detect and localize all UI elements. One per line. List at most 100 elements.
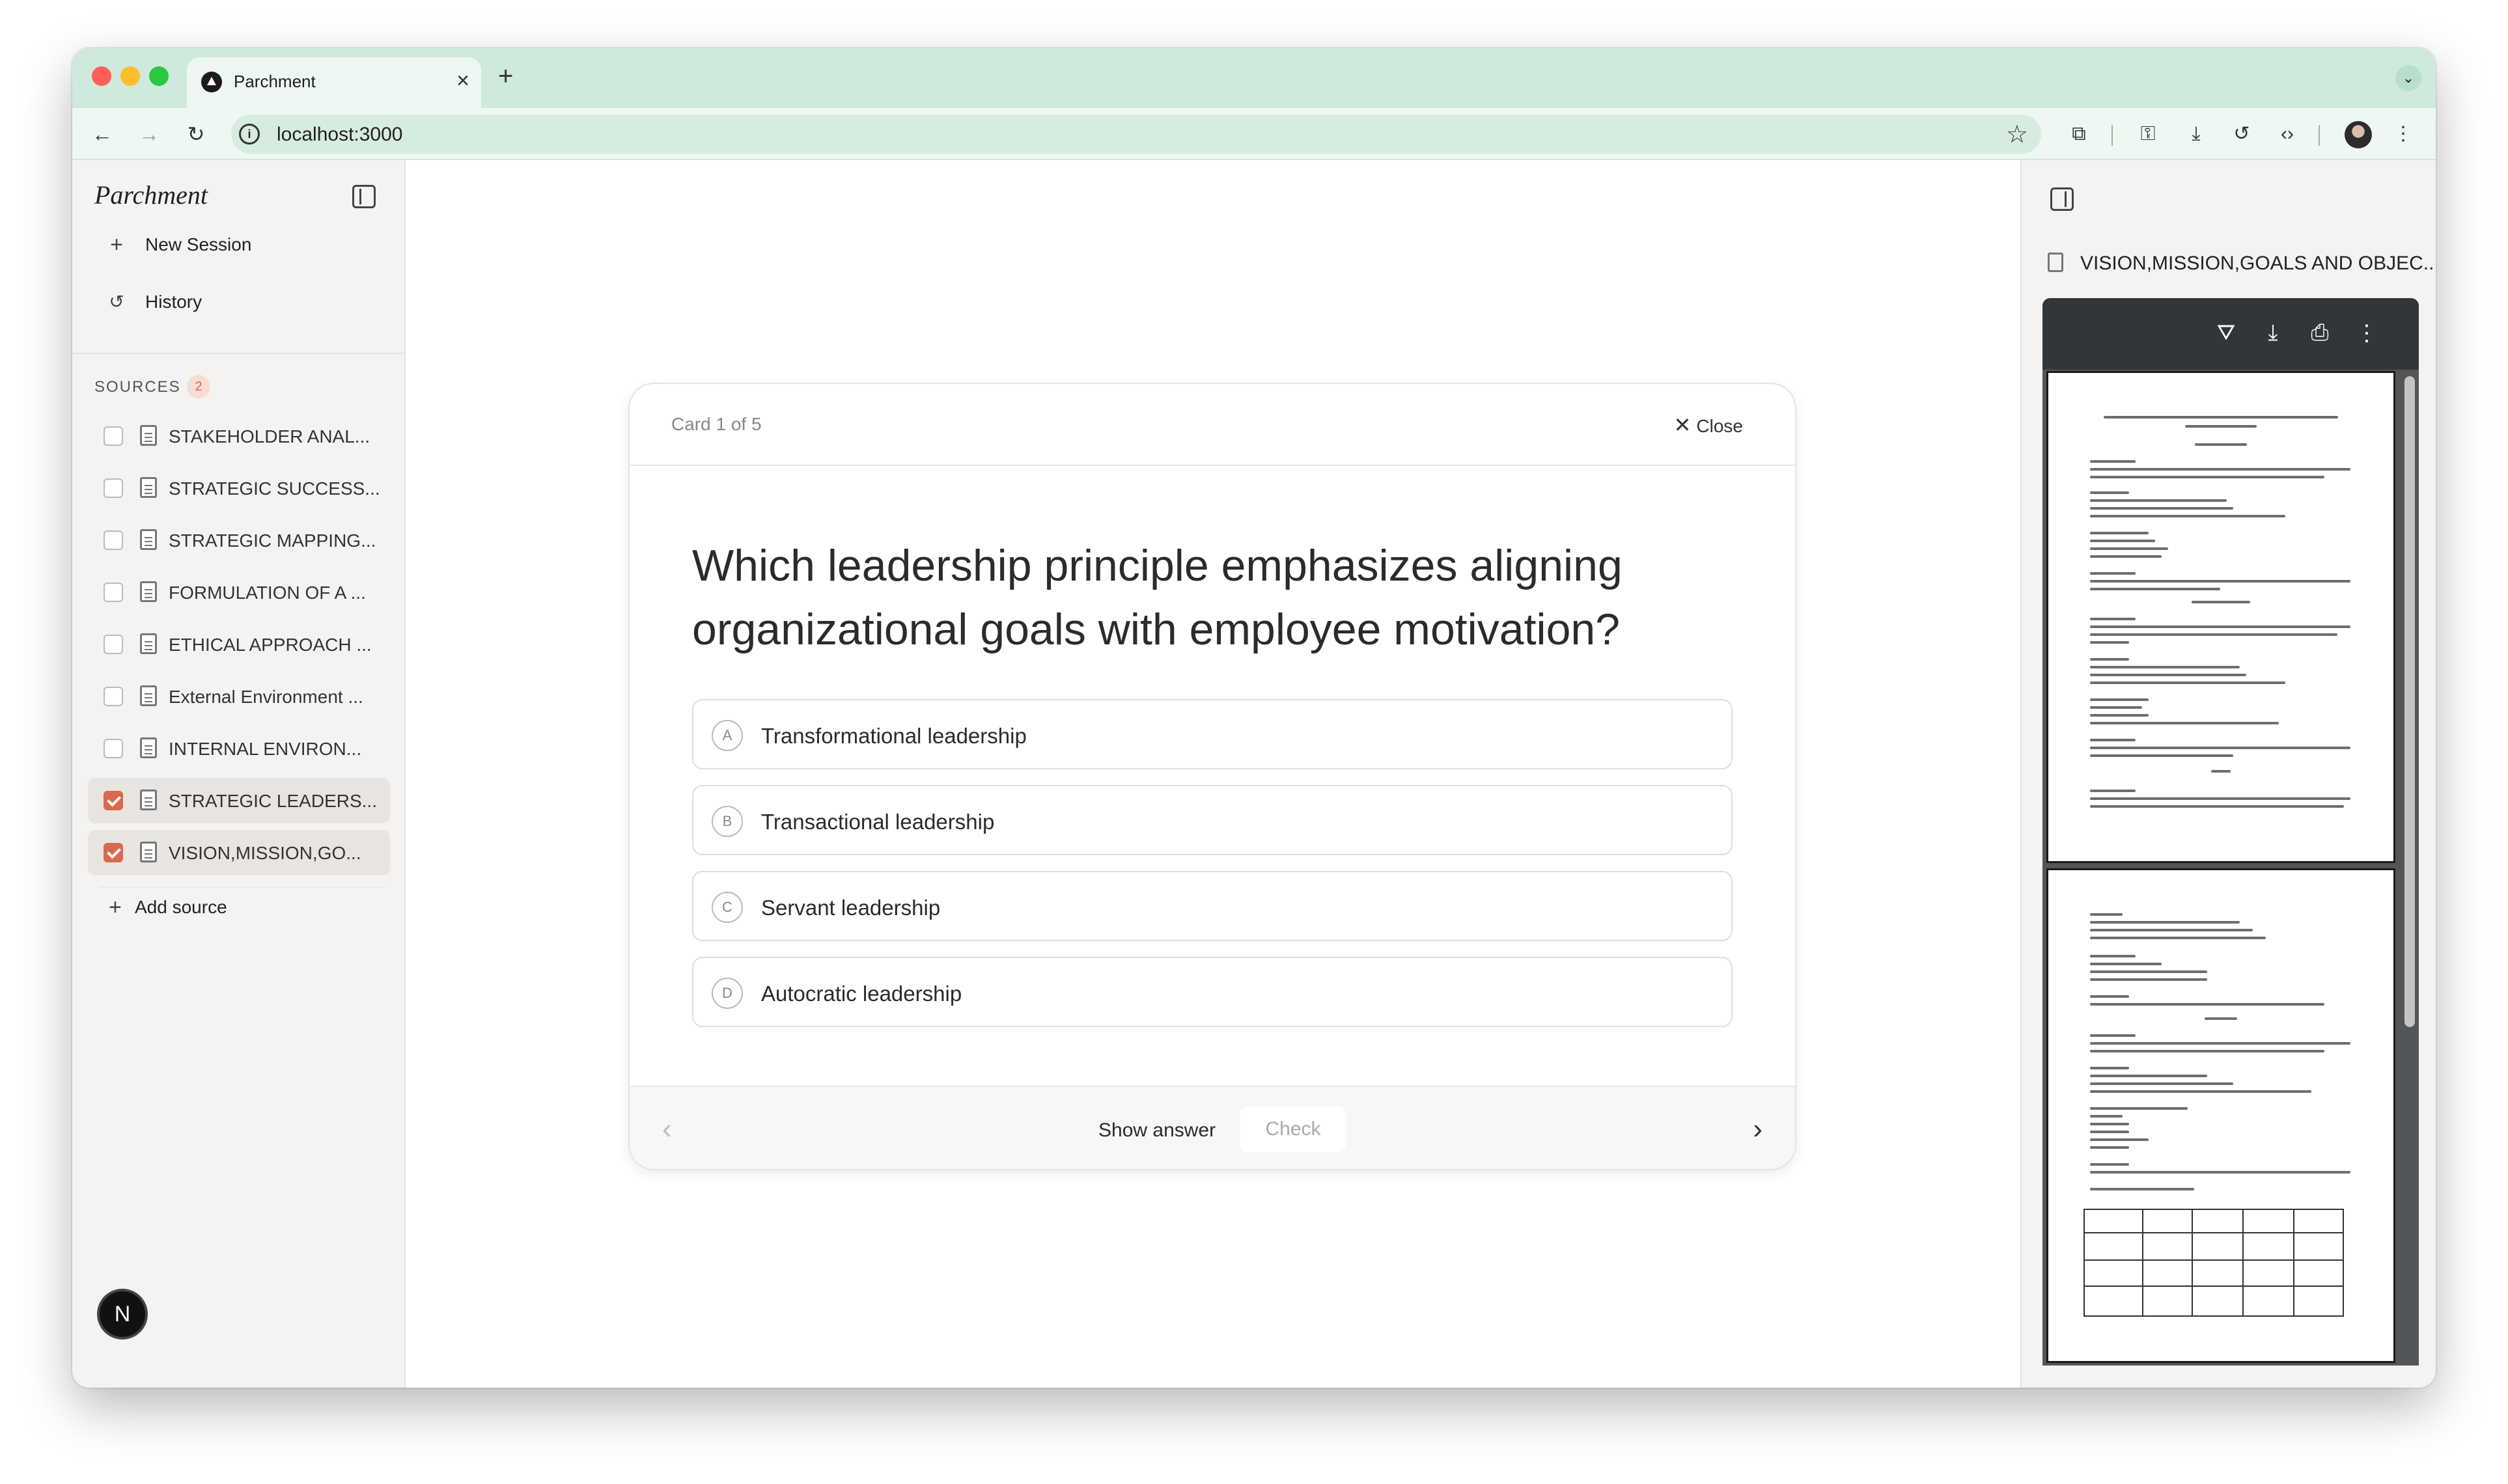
document-title-row: VISION,MISSION,GOALS AND OBJEC... — [2048, 251, 2436, 277]
user-avatar[interactable]: N — [97, 1289, 148, 1340]
minimize-window-button[interactable] — [120, 66, 140, 86]
bookmark-star-icon[interactable]: ☆ — [2006, 120, 2028, 149]
page-text-line — [2090, 618, 2136, 620]
table-rule — [2085, 1259, 2343, 1261]
download-icon[interactable]: ⤓ — [2182, 120, 2210, 148]
source-title: FORMULATION OF A ... — [169, 583, 366, 603]
source-checkbox[interactable] — [104, 426, 123, 446]
answer-option-b[interactable]: B Transactional leadership — [692, 785, 1733, 855]
document-icon — [2048, 253, 2063, 272]
source-checkbox-checked[interactable] — [104, 791, 123, 810]
history-icon[interactable]: ↺ — [2227, 120, 2256, 148]
document-icon — [140, 529, 157, 550]
source-checkbox[interactable] — [104, 583, 123, 602]
previous-card-chevron-icon[interactable]: ‹ — [662, 1113, 672, 1146]
pdf-print-icon[interactable]: ⎙ — [2307, 320, 2333, 346]
option-text: Transformational leadership — [761, 724, 1027, 748]
site-info-icon[interactable]: i — [239, 124, 260, 144]
page-text-line — [2090, 1034, 2136, 1037]
toggle-panel-icon[interactable] — [2050, 187, 2074, 211]
back-icon[interactable]: ← — [88, 120, 117, 148]
source-item[interactable]: ETHICAL APPROACH ... — [88, 622, 390, 667]
source-checkbox-checked[interactable] — [104, 843, 123, 862]
pdf-viewer[interactable]: ⛛ ⤓ ⎙ ⋮ — [2042, 298, 2419, 1366]
document-title: VISION,MISSION,GOALS AND OBJEC... — [2080, 253, 2436, 274]
page-text-line — [2090, 698, 2149, 701]
source-item[interactable]: INTERNAL ENVIRON... — [88, 726, 390, 771]
source-checkbox[interactable] — [104, 687, 123, 706]
show-answer-button[interactable]: Show answer — [1098, 1120, 1216, 1142]
main-area: Card 1 of 5 ✕ Close Which leadership prin… — [407, 160, 2020, 1388]
tab-title: Parchment — [234, 72, 316, 91]
table-rule — [2242, 1210, 2244, 1315]
check-button[interactable]: Check — [1240, 1106, 1346, 1152]
source-item[interactable]: FORMULATION OF A ... — [88, 570, 390, 615]
answer-option-a[interactable]: A Transformational leadership — [692, 699, 1733, 769]
source-checkbox[interactable] — [104, 739, 123, 758]
page-text-line — [2090, 476, 2324, 478]
new-tab-button[interactable]: + — [498, 60, 513, 92]
browser-tab[interactable]: Parchment × — [187, 57, 481, 108]
source-title: External Environment ... — [169, 687, 363, 707]
option-text: Autocratic leadership — [761, 982, 962, 1006]
page-text-line — [2090, 1075, 2207, 1077]
next-card-chevron-icon[interactable]: › — [1753, 1113, 1763, 1146]
flashcard: Card 1 of 5 ✕ Close Which leadership prin… — [628, 383, 1796, 1170]
history-button[interactable]: ↺ History — [98, 282, 385, 322]
maximize-window-button[interactable] — [149, 66, 169, 86]
extensions-icon[interactable]: ⧉ — [2065, 120, 2093, 148]
flashcard-header: Card 1 of 5 ✕ Close — [630, 384, 1795, 466]
page-text-line — [2090, 572, 2136, 575]
source-item-selected[interactable]: VISION,MISSION,GO... — [88, 830, 390, 875]
source-checkbox[interactable] — [104, 530, 123, 550]
source-checkbox[interactable] — [104, 478, 123, 498]
source-item[interactable]: STRATEGIC SUCCESS... — [88, 465, 390, 511]
pdf-toolbar: ⛛ ⤓ ⎙ ⋮ — [2042, 298, 2419, 370]
document-icon — [140, 737, 157, 758]
page-text-line — [2090, 547, 2168, 550]
source-item-selected[interactable]: STRATEGIC LEADERS... — [88, 778, 390, 823]
browser-menu-icon[interactable]: ⋮ — [2389, 120, 2417, 148]
source-item[interactable]: STRATEGIC MAPPING... — [88, 517, 390, 563]
page-text-line — [2090, 805, 2344, 808]
toolbar-divider — [2319, 125, 2320, 146]
document-icon — [140, 425, 157, 446]
reload-icon[interactable]: ↻ — [182, 120, 210, 148]
page-text-line — [2090, 714, 2149, 717]
app-content: Parchment + New Session ↺ History SOURCE… — [72, 160, 2436, 1388]
page-text-line — [2090, 460, 2136, 463]
drive-add-icon[interactable]: ⛛ — [2213, 320, 2239, 346]
answer-option-d[interactable]: D Autocratic leadership — [692, 957, 1733, 1027]
address-bar[interactable]: i localhost:3000 ☆ — [231, 115, 2041, 154]
forward-icon[interactable]: → — [135, 120, 163, 148]
source-item[interactable]: STAKEHOLDER ANAL... — [88, 413, 390, 459]
page-text-line — [2090, 633, 2337, 636]
page-text-line — [2090, 491, 2129, 494]
page-text-line — [2185, 425, 2257, 428]
profile-avatar[interactable] — [2345, 121, 2372, 148]
passwords-key-icon[interactable]: ⚿ — [2134, 120, 2162, 148]
answer-option-c[interactable]: C Servant leadership — [692, 871, 1733, 941]
page-text-line — [2090, 1146, 2129, 1149]
devtools-code-icon[interactable]: ‹› — [2273, 120, 2302, 148]
close-button[interactable]: ✕ Close — [1674, 413, 1743, 437]
page-text-line — [2090, 641, 2129, 644]
url-text[interactable]: localhost:3000 — [277, 124, 402, 146]
new-session-button[interactable]: + New Session — [98, 225, 385, 264]
tab-strip: Parchment × + ⌄ — [72, 48, 2436, 108]
source-title: STAKEHOLDER ANAL... — [169, 426, 370, 447]
tab-close-icon[interactable]: × — [456, 68, 469, 94]
close-window-button[interactable] — [92, 66, 111, 86]
page-text-line — [2090, 1131, 2129, 1133]
source-title: STRATEGIC MAPPING... — [169, 530, 376, 551]
source-item[interactable]: External Environment ... — [88, 674, 390, 719]
pdf-download-icon[interactable]: ⤓ — [2260, 320, 2286, 346]
source-checkbox[interactable] — [104, 635, 123, 654]
pdf-more-icon[interactable]: ⋮ — [2354, 320, 2380, 346]
option-text: Transactional leadership — [761, 810, 995, 834]
add-source-button[interactable]: + Add source — [98, 886, 385, 926]
collapse-sidebar-icon[interactable] — [352, 185, 376, 208]
page-text-line — [2090, 722, 2279, 724]
pdf-scrollbar[interactable] — [2404, 376, 2415, 1027]
tab-search-button[interactable]: ⌄ — [2395, 65, 2421, 91]
